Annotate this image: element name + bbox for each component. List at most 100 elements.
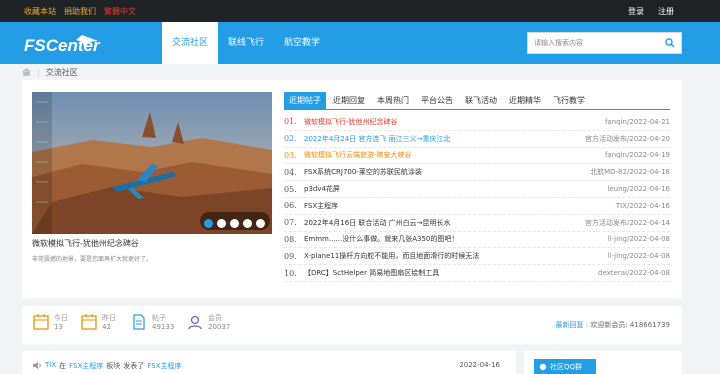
- search-box: 请输入搜索内容: [527, 32, 682, 54]
- tab-recent-replies[interactable]: 近期回复: [328, 92, 370, 109]
- slide-dots: [204, 219, 265, 228]
- post-left: 09. X-plane11操杆方向舵不能用，而且地面滑行的时候无法: [284, 251, 479, 261]
- post-title-link[interactable]: FSX主程序: [304, 201, 338, 211]
- post-left: 08. Emmm......没什么事做。就来几张A350的图吧！: [284, 234, 458, 244]
- latest-reply-link[interactable]: 最新回复: [556, 321, 584, 329]
- tab-announcements[interactable]: 平台公告: [416, 92, 458, 109]
- qq-group-label: 社区QQ群: [550, 363, 583, 371]
- stats-right: 最新回复 | 欢迎新会员: 418661739: [556, 320, 671, 330]
- post-title-link[interactable]: X-plane11操杆方向舵不能用，而且地面滑行的时候无法: [304, 251, 479, 261]
- post-meta: 官方活动发布/2022-04-14: [584, 218, 670, 227]
- post-number: 03.: [284, 150, 297, 160]
- post-number: 10.: [284, 268, 297, 278]
- stat-yesterday: 昨日 42: [80, 313, 116, 331]
- calendar-icon: [33, 314, 49, 330]
- post-meta: 官方活动发布/2022-04-20: [584, 134, 670, 143]
- stat-yesterday-label: 昨日: [102, 314, 116, 322]
- post-row: 01. 微软模拟飞行-犹他州纪念碑谷 fanqin/2022-04-21: [284, 114, 670, 131]
- post-number: 01.: [284, 117, 297, 127]
- post-meta: fanqin/2022-04-19: [604, 151, 670, 160]
- post-title-link[interactable]: FSX系统CRJ700-莱空的苏联民航涂装: [304, 167, 422, 177]
- post-title-link[interactable]: Emmm......没什么事做。就来几张A350的图吧！: [304, 234, 458, 244]
- tab-underline: [284, 109, 670, 110]
- slide-subcaption: 非常震撼的地景，要是您面再扩大就更好了。: [32, 256, 153, 263]
- slide-dot[interactable]: [243, 219, 252, 228]
- post-meta: ll-jing/2022-04-08: [607, 252, 670, 261]
- post-left: 04. FSX系统CRJ700-莱空的苏联民航涂装: [284, 167, 422, 177]
- post-number: 04.: [284, 167, 297, 177]
- post-title-link[interactable]: 微软模拟飞行-犹他州纪念碑谷: [304, 117, 398, 127]
- post-tabs: 近期帖子 近期回复 本周热门 平台公告 联飞活动 近期精华 飞行教学: [284, 92, 592, 109]
- slide-dot[interactable]: [256, 219, 265, 228]
- breadcrumb-current[interactable]: 交流社区: [46, 67, 78, 78]
- activity-panel: TIX 在 FSX主程序 板块 发表了 FSX主程序 2022-04-16: [22, 351, 516, 374]
- tab-recent-posts[interactable]: 近期帖子: [284, 92, 326, 109]
- post-meta: fanqin/2022-04-21: [604, 117, 670, 126]
- post-meta: ll-jing/2022-04-08: [607, 235, 670, 244]
- stat-today: 今日 13: [32, 313, 68, 331]
- bookmark-link[interactable]: 收藏本站: [24, 6, 56, 17]
- post-number: 06.: [284, 201, 297, 211]
- post-row: 03. 微软模拟飞行云端旅游-喀安大峡谷 fanqin/2022-04-19: [284, 148, 670, 165]
- slide-dot[interactable]: [204, 219, 213, 228]
- traditional-chinese-link[interactable]: 繁體中文: [104, 6, 136, 17]
- post-title-link[interactable]: 【DRC】SctHelper 简易地图扇区绘制工具: [304, 268, 439, 278]
- tab-group-flight[interactable]: 联飞活动: [460, 92, 502, 109]
- sidebar-panel: 社区QQ群: [524, 351, 682, 374]
- post-number: 08.: [284, 234, 297, 244]
- tab-flight-teaching[interactable]: 飞行教学: [548, 92, 590, 109]
- post-left: 07. 2022年4月16日 联合活动 广州白云→昆明长水: [284, 218, 451, 228]
- qq-group-button[interactable]: 社区QQ群: [534, 359, 596, 374]
- document-icon: [133, 314, 145, 330]
- tab-weekly-hot[interactable]: 本周热门: [372, 92, 414, 109]
- slide-caption[interactable]: 微软模拟飞行-犹他州纪念碑谷: [32, 238, 139, 249]
- post-title-link[interactable]: 2022年4月24日 官方连飞 丽江三义→重庆江北: [304, 134, 451, 144]
- welcome-new-member: 欢迎新会员: 418661739: [590, 321, 670, 329]
- stat-posts-value: 49133: [152, 323, 175, 331]
- post-number: 07.: [284, 218, 297, 228]
- slide-dot[interactable]: [230, 219, 239, 228]
- home-icon[interactable]: [22, 68, 31, 76]
- post-title-link[interactable]: 微软模拟飞行云端旅游-喀安大峡谷: [304, 150, 412, 160]
- post-title-link[interactable]: 2022年4月16日 联合活动 广州白云→昆明长水: [304, 218, 451, 228]
- activity-user-link[interactable]: TIX: [45, 361, 56, 371]
- stats-bar: 今日 13 昨日 42 帖子 49133 会员 20037 最新回复 | 欢迎新会员: …: [22, 306, 682, 344]
- nav-item-online-flight[interactable]: 联线飞行: [218, 22, 274, 64]
- calendar-icon: [81, 314, 97, 330]
- tab-recent-featured[interactable]: 近期精华: [504, 92, 546, 109]
- activity-action: 发表了: [123, 362, 145, 370]
- slide-dot[interactable]: [217, 219, 226, 228]
- stat-posts-label: 帖子: [152, 314, 166, 322]
- donate-link[interactable]: 捐助我们: [64, 6, 96, 17]
- auth-links: 登录 注册: [628, 6, 696, 17]
- post-row: 02. 2022年4月24日 官方连飞 丽江三义→重庆江北 官方活动发布/2022-…: [284, 131, 670, 148]
- activity-post-link[interactable]: FSX主程序: [147, 361, 181, 371]
- search-input[interactable]: 请输入搜索内容: [528, 38, 659, 48]
- stat-members: 会员 20037: [186, 313, 230, 331]
- nav-item-aviation-teaching[interactable]: 航空教学: [274, 22, 330, 64]
- search-button[interactable]: [659, 33, 681, 53]
- login-link[interactable]: 登录: [628, 6, 644, 17]
- register-link[interactable]: 注册: [658, 6, 674, 17]
- post-title-link[interactable]: p3dv4花屏: [304, 184, 340, 194]
- stat-members-value: 20037: [208, 323, 231, 331]
- stat-today-label: 今日: [54, 314, 68, 322]
- activity-in-text: 在: [59, 362, 67, 370]
- nav-item-community[interactable]: 交流社区: [162, 22, 219, 64]
- members-icon: [188, 315, 202, 330]
- activity-board-link[interactable]: FSX主程序: [69, 361, 103, 371]
- post-row: 05. p3dv4花屏 leung/2022-04-16: [284, 181, 670, 198]
- breadcrumb: | 交流社区: [22, 64, 78, 80]
- post-row: 04. FSX系统CRJ700-莱空的苏联民航涂装 北航MD-82/2022-04-…: [284, 164, 670, 182]
- post-meta: dexterai/2022-04-08: [598, 269, 670, 278]
- post-number: 05.: [284, 184, 297, 194]
- post-row: 06. FSX主程序 TIX/2022-04-16: [284, 198, 670, 215]
- site-logo[interactable]: FSCenter: [24, 31, 104, 55]
- post-row: 09. X-plane11操杆方向舵不能用，而且地面滑行的时候无法 ll-jing/…: [284, 248, 670, 266]
- qq-icon: [539, 363, 547, 371]
- featured-slide-image[interactable]: [32, 92, 272, 234]
- search-icon: [665, 38, 675, 48]
- speaker-icon: [33, 362, 41, 369]
- post-row: 10. 【DRC】SctHelper 简易地图扇区绘制工具 dexterai/202…: [284, 265, 670, 282]
- post-left: 02. 2022年4月24日 官方连飞 丽江三义→重庆江北: [284, 134, 451, 144]
